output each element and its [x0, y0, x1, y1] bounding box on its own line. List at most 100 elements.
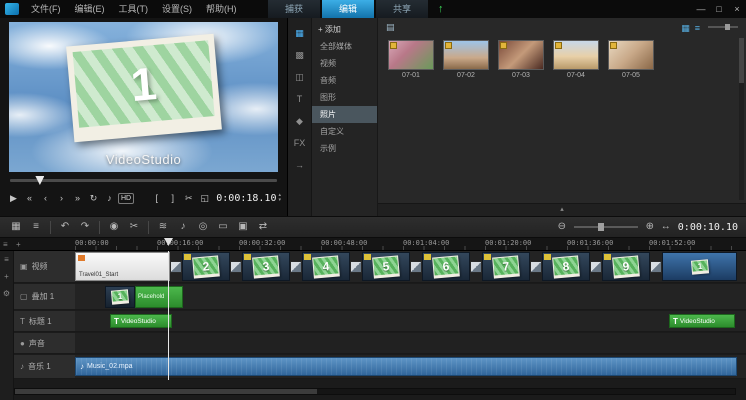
transition-icon[interactable] — [170, 261, 182, 273]
tab-edit[interactable]: 编辑 — [322, 0, 374, 18]
video-clip-photo-3[interactable]: 3 — [242, 252, 290, 281]
enlarge-preview-button[interactable]: ◱ — [197, 191, 212, 206]
mask-creator-button[interactable]: ▣ — [235, 219, 251, 235]
grid-view-icon[interactable]: ▦ — [681, 23, 690, 33]
library-item[interactable]: 07-04 — [553, 40, 599, 79]
playhead-line[interactable] — [168, 251, 169, 380]
music-clip[interactable]: ♪ Music_02.mpa — [75, 357, 737, 376]
next-frame-button[interactable]: › — [54, 191, 69, 206]
menu-edit[interactable]: 编辑(E) — [68, 0, 112, 18]
add-folder-button[interactable]: + 添加 — [312, 21, 377, 38]
timeline-scrollbar-thumb[interactable] — [15, 389, 317, 394]
video-clip-photo-8[interactable]: 8 — [542, 252, 590, 281]
update-arrow-icon[interactable]: ↑ — [438, 0, 444, 18]
library-folder-6[interactable]: 示例 — [312, 140, 377, 157]
library-folder-0[interactable]: 全部媒体 — [312, 38, 377, 55]
title-clip[interactable]: T VideoStudio — [110, 314, 172, 328]
library-item[interactable]: 07-02 — [443, 40, 489, 79]
overlay-track-lane[interactable]: 1 Placehold — [75, 284, 746, 310]
timeline-zoom-handle[interactable] — [598, 223, 604, 231]
folder-icon[interactable]: ▤ — [386, 22, 395, 33]
overlay-clip[interactable]: 1 Placehold — [105, 286, 183, 308]
auto-music-button[interactable]: ♪ — [175, 219, 191, 235]
add-track-icon[interactable]: + — [16, 239, 21, 250]
transition-icon[interactable] — [650, 261, 662, 273]
instant-project-icon[interactable]: ▩ — [291, 48, 309, 62]
track-header-video[interactable]: ▣ 视频 — [14, 251, 75, 283]
tab-share[interactable]: 共享 — [376, 0, 428, 18]
timeline-scrollbar[interactable] — [14, 388, 736, 395]
voice-track-lane[interactable] — [75, 333, 746, 354]
timeline-timecode[interactable]: 0:00:10.10 — [678, 222, 738, 233]
window-minimize-button[interactable]: — — [692, 0, 710, 18]
video-clip-photo-5[interactable]: 5 — [362, 252, 410, 281]
media-library-icon[interactable]: ▦ — [291, 26, 309, 40]
video-clip-photo-9[interactable]: 9 — [602, 252, 650, 281]
thumbnail-size-slider[interactable] — [708, 26, 738, 28]
video-clip-photo-4[interactable]: 4 — [302, 252, 350, 281]
track-header-title[interactable]: T 标题 1 — [14, 311, 75, 332]
track-header-voice[interactable]: ● 声音 — [14, 333, 75, 354]
motion-path-icon[interactable]: → — [291, 158, 309, 172]
title-icon[interactable]: T — [291, 92, 309, 106]
title-track-lane[interactable]: T VideoStudio T VideoStudio — [75, 311, 746, 332]
transition-icon[interactable] — [350, 261, 362, 273]
split-clip-button[interactable]: ✂ — [181, 191, 196, 206]
music-track-lane[interactable]: ♪ Music_02.mpa — [75, 355, 746, 379]
title-clip[interactable]: T VideoStudio — [669, 314, 735, 328]
timecode-stepper[interactable]: ▴ ▾ — [278, 193, 281, 203]
zoom-out-button[interactable]: ⊖ — [554, 219, 570, 235]
sound-mixer-button[interactable]: ≋ — [155, 219, 171, 235]
transition-icon[interactable]: ◫ — [291, 70, 309, 84]
filter-icon[interactable]: FX — [291, 136, 309, 150]
motion-tracking-button[interactable]: ◎ — [195, 219, 211, 235]
menu-settings[interactable]: 设置(S) — [155, 0, 199, 18]
video-clip-travel-end[interactable]: 1 — [662, 252, 737, 281]
preview-timecode[interactable]: 0:00:18.10 — [216, 193, 276, 204]
track-header-overlay[interactable]: ▢ 叠加 1 — [14, 284, 75, 310]
redo-button[interactable]: ↷ — [77, 219, 93, 235]
library-item[interactable]: 07-05 — [608, 40, 654, 79]
batch-convert-button[interactable]: ⇄ — [255, 219, 271, 235]
video-clip-photo-7[interactable]: 7 — [482, 252, 530, 281]
transition-icon[interactable] — [530, 261, 542, 273]
library-scrollbar-thumb[interactable] — [739, 38, 744, 83]
mark-out-button[interactable]: ] — [165, 191, 180, 206]
transition-icon[interactable] — [230, 261, 242, 273]
library-folder-1[interactable]: 视频 — [312, 55, 377, 72]
graphic-icon[interactable]: ◆ — [291, 114, 309, 128]
repeat-button[interactable]: ↻ — [86, 191, 101, 206]
transition-icon[interactable] — [470, 261, 482, 273]
library-folder-4[interactable]: 照片 — [312, 106, 377, 123]
subtitle-editor-button[interactable]: ▭ — [215, 219, 231, 235]
thumbnail-size-handle[interactable] — [725, 24, 730, 30]
tab-capture[interactable]: 捕获 — [268, 0, 320, 18]
menu-file[interactable]: 文件(F) — [24, 0, 68, 18]
play-button[interactable]: ▶ — [6, 191, 21, 206]
track-settings-icon[interactable]: ⚙ — [3, 290, 10, 298]
video-clip-photo-6[interactable]: 6 — [422, 252, 470, 281]
library-folder-5[interactable]: 自定义 — [312, 123, 377, 140]
video-track-lane[interactable]: Travel01_Start234567891 — [75, 251, 746, 283]
library-item[interactable]: 07-03 — [498, 40, 544, 79]
list-view-icon[interactable]: ≡ — [695, 23, 700, 33]
undo-button[interactable]: ↶ — [57, 219, 73, 235]
timeline-ruler[interactable]: ≡ + 00:00:0000:00:16:0000:00:32:0000:00:… — [0, 238, 746, 251]
zoom-in-button[interactable]: ⊕ — [642, 219, 658, 235]
home-button[interactable]: « — [22, 191, 37, 206]
collapse-handle-icon[interactable]: ▴ — [560, 206, 564, 213]
scrubber-track[interactable] — [10, 179, 277, 182]
window-close-button[interactable]: × — [728, 0, 746, 18]
menu-help[interactable]: 帮助(H) — [199, 0, 244, 18]
hd-badge[interactable]: HD — [118, 193, 134, 204]
transition-icon[interactable] — [290, 261, 302, 273]
track-header-music[interactable]: ♪ 音乐 1 — [14, 355, 75, 379]
library-folder-2[interactable]: 音频 — [312, 72, 377, 89]
video-clip-travel-start[interactable]: Travel01_Start — [75, 252, 170, 281]
library-folder-3[interactable]: 图形 — [312, 89, 377, 106]
transition-icon[interactable] — [410, 261, 422, 273]
library-scrollbar[interactable] — [739, 38, 744, 200]
window-maximize-button[interactable]: □ — [710, 0, 728, 18]
menu-tools[interactable]: 工具(T) — [112, 0, 156, 18]
transition-icon[interactable] — [590, 261, 602, 273]
